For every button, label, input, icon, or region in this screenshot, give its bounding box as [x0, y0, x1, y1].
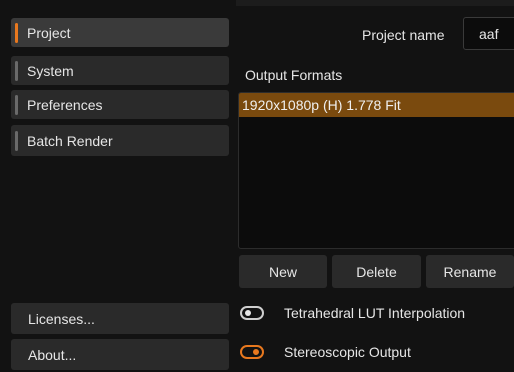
- sidebar-item-label: Project: [27, 24, 71, 41]
- about-button[interactable]: About...: [11, 339, 229, 370]
- project-name-input[interactable]: [463, 17, 514, 50]
- new-label: New: [268, 263, 297, 280]
- sidebar: Project System Preferences Batch Render …: [0, 0, 236, 372]
- sidebar-item-label: Batch Render: [27, 132, 113, 149]
- active-indicator: [15, 22, 18, 43]
- top-strip: [236, 0, 514, 6]
- about-label: About...: [28, 346, 77, 363]
- rename-label: Rename: [443, 263, 497, 280]
- sidebar-item-label: Preferences: [27, 96, 103, 113]
- rename-button[interactable]: Rename: [426, 255, 514, 288]
- indicator: [15, 60, 18, 81]
- new-button[interactable]: New: [239, 255, 327, 288]
- tetrahedral-option: Tetrahedral LUT Interpolation: [240, 305, 465, 321]
- tetrahedral-label: Tetrahedral LUT Interpolation: [284, 305, 466, 321]
- sidebar-item-project[interactable]: Project: [11, 18, 229, 47]
- project-name-label: Project name: [362, 27, 445, 43]
- toggle-knob: [245, 310, 251, 316]
- sidebar-item-system[interactable]: System: [11, 56, 229, 85]
- stereoscopic-label: Stereoscopic Output: [284, 344, 411, 360]
- licenses-label: Licenses...: [28, 310, 95, 327]
- output-formats-label: Output Formats: [245, 67, 343, 83]
- indicator: [15, 130, 18, 151]
- stereoscopic-option: Stereoscopic Output: [240, 344, 411, 360]
- list-item[interactable]: 1920x1080p (H) 1.778 Fit: [239, 93, 514, 117]
- licenses-button[interactable]: Licenses...: [11, 303, 229, 334]
- tetrahedral-toggle[interactable]: [240, 306, 264, 320]
- sidebar-item-preferences[interactable]: Preferences: [11, 90, 229, 119]
- stereoscopic-toggle[interactable]: [240, 345, 264, 359]
- sidebar-item-label: System: [27, 62, 74, 79]
- delete-button[interactable]: Delete: [332, 255, 421, 288]
- sidebar-item-batch-render[interactable]: Batch Render: [11, 125, 229, 156]
- output-formats-list[interactable]: 1920x1080p (H) 1.778 Fit: [238, 92, 514, 249]
- toggle-knob: [253, 349, 259, 355]
- delete-label: Delete: [356, 263, 397, 280]
- indicator: [15, 94, 18, 115]
